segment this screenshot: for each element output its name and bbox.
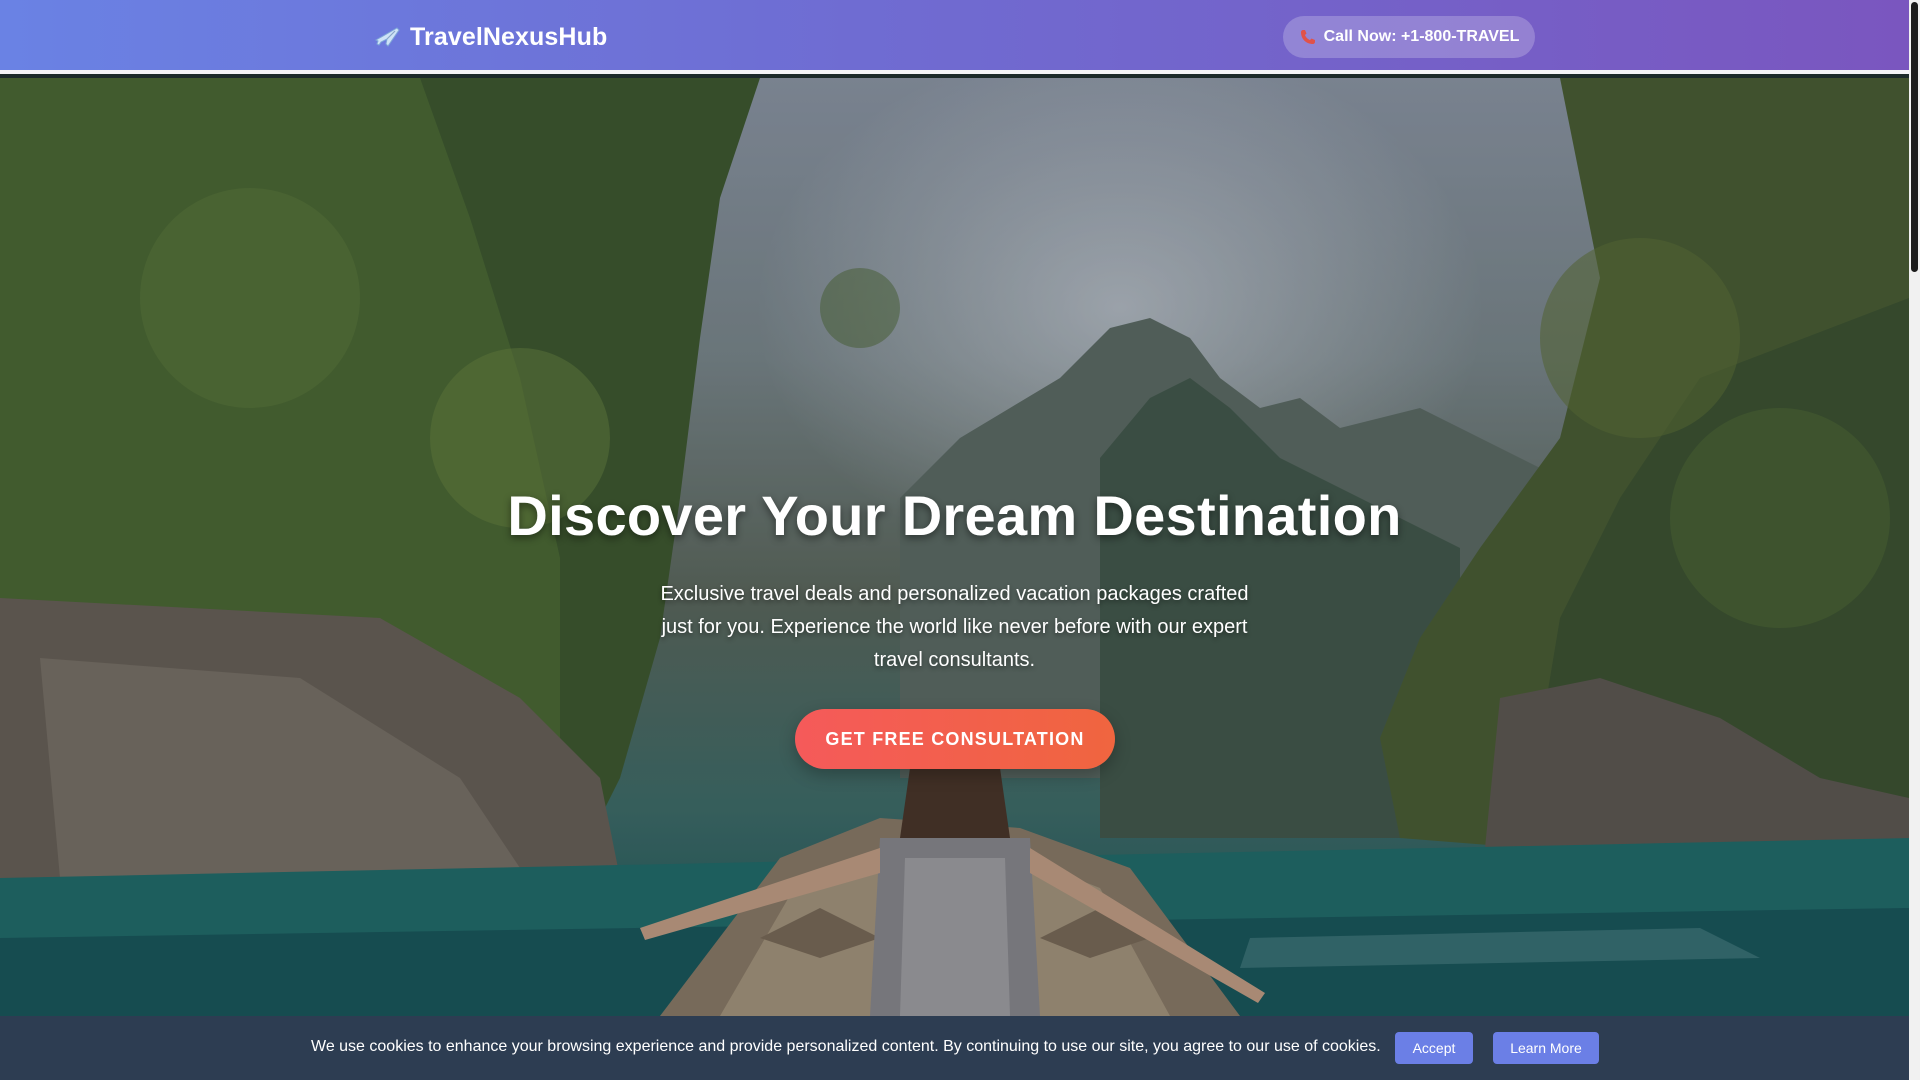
site-header: TravelNexusHub Call Now: +1-800-TRAVEL: [0, 0, 1909, 74]
learn-more-button[interactable]: Learn More: [1493, 1032, 1599, 1064]
call-now-button[interactable]: Call Now: +1-800-TRAVEL: [1283, 16, 1535, 58]
airplane-icon: [374, 27, 400, 47]
brand-name: TravelNexusHub: [410, 22, 608, 51]
phone-icon: [1300, 30, 1315, 44]
accept-cookies-button[interactable]: Accept: [1395, 1032, 1473, 1064]
scrollbar-thumb[interactable]: [1911, 2, 1918, 272]
get-free-consultation-button[interactable]: GET FREE CONSULTATION: [795, 709, 1115, 769]
hero-section: Discover Your Dream Destination Exclusiv…: [0, 78, 1909, 1016]
hero-subtitle: Exclusive travel deals and personalized …: [660, 583, 1249, 671]
hero-title: Discover Your Dream Destination: [507, 484, 1402, 547]
cookie-banner: We use cookies to enhance your browsing …: [0, 1016, 1909, 1080]
page-scrollbar[interactable]: [1909, 0, 1920, 1080]
hero-content: Discover Your Dream Destination Exclusiv…: [0, 78, 1909, 1016]
brand-logo[interactable]: TravelNexusHub: [373, 20, 607, 54]
cookie-banner-text: We use cookies to enhance your browsing …: [311, 1038, 1381, 1055]
call-now-label: Call Now: +1-800-TRAVEL: [1323, 28, 1520, 45]
